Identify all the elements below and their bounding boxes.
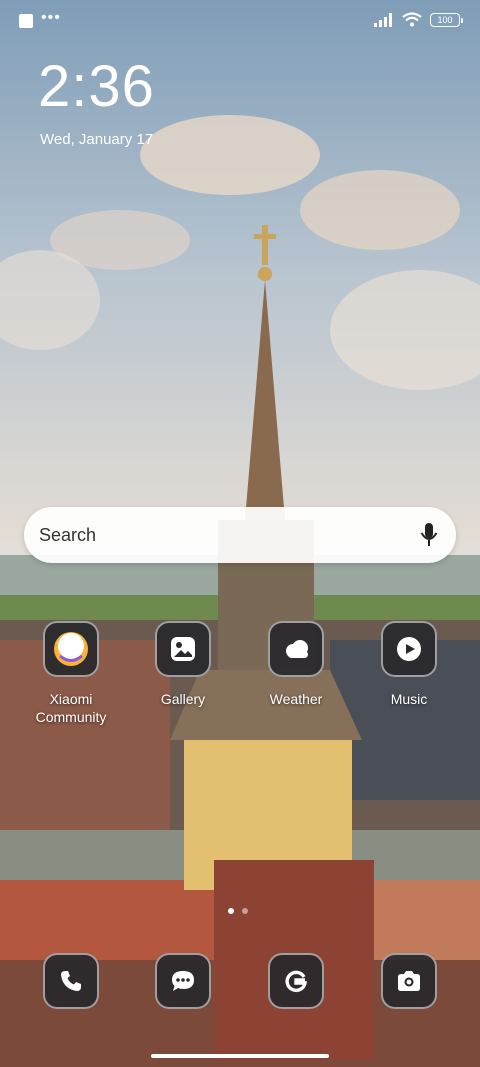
page-dot-active (228, 908, 234, 914)
search-bar[interactable]: Search (24, 507, 456, 563)
app-xiaomi-community[interactable]: Xiaomi Community (16, 621, 126, 726)
weather-icon (268, 621, 324, 677)
app-label: Xiaomi Community (35, 691, 107, 725)
music-icon (381, 621, 437, 677)
messages-icon (155, 953, 211, 1009)
camera-icon (381, 953, 437, 1009)
app-weather[interactable]: Weather (241, 621, 351, 708)
notification-square-icon (19, 14, 33, 28)
app-label: Weather (269, 691, 323, 707)
microphone-icon[interactable] (420, 522, 438, 548)
dock-phone[interactable] (16, 953, 126, 1009)
phone-icon (43, 953, 99, 1009)
page-indicator (228, 908, 248, 914)
app-label: Music (390, 691, 428, 707)
dock-google[interactable] (241, 953, 351, 1009)
home-indicator[interactable] (151, 1054, 329, 1058)
battery-level: 100 (437, 14, 453, 25)
signal-icon (374, 12, 392, 27)
app-gallery[interactable]: Gallery (128, 621, 238, 708)
page-dot (242, 908, 248, 914)
app-music[interactable]: Music (354, 621, 464, 708)
gallery-icon (155, 621, 211, 677)
more-icon: ••• (41, 9, 61, 26)
status-bar: ••• 100 (0, 0, 480, 42)
search-placeholder: Search (39, 525, 97, 545)
wifi-icon (402, 12, 422, 27)
dock-camera[interactable] (354, 953, 464, 1009)
google-icon (268, 953, 324, 1009)
clock[interactable]: 2:36 (38, 58, 155, 116)
app-label: Gallery (160, 691, 206, 707)
dock-messages[interactable] (128, 953, 238, 1009)
xiaomi-community-icon (43, 621, 99, 677)
date[interactable]: Wed, January 17 (40, 131, 153, 148)
battery-icon: 100 (430, 12, 463, 27)
